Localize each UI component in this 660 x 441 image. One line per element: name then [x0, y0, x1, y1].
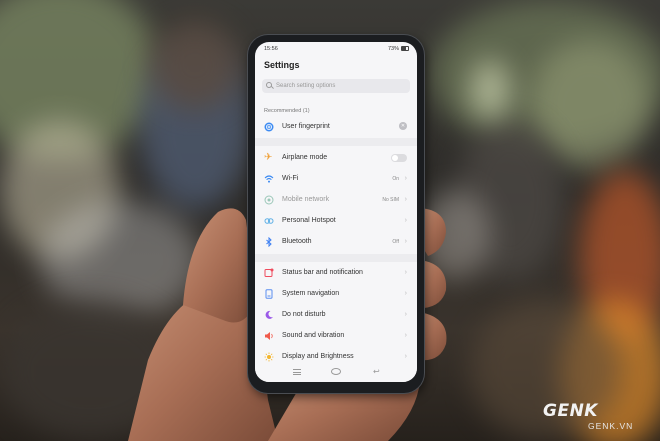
page-title: Settings	[264, 60, 300, 70]
settings-item-sound-vibration[interactable]: Sound and vibration ›	[255, 327, 417, 345]
settings-item-label: Do not disturb	[282, 311, 326, 318]
status-time: 15:56	[264, 46, 278, 52]
bluetooth-status: Off	[392, 239, 399, 245]
navigation-icon	[265, 289, 273, 299]
recommended-section-label: Recommended (1)	[264, 108, 310, 114]
settings-item-system-navigation[interactable]: System navigation ›	[255, 285, 417, 303]
fingerprint-icon	[264, 122, 274, 132]
settings-item-label: System navigation	[282, 290, 340, 297]
settings-item-label: User fingerprint	[282, 123, 330, 130]
chevron-right-icon: ›	[404, 217, 407, 224]
settings-item-personal-hotspot[interactable]: Personal Hotspot ›	[255, 212, 417, 230]
settings-item-label: Status bar and notification	[282, 269, 363, 276]
chevron-right-icon: ›	[404, 238, 407, 245]
settings-item-status-bar-notification[interactable]: Status bar and notification ›	[255, 264, 417, 282]
mobile-network-status: No SIM	[382, 197, 399, 203]
chevron-right-icon: ›	[404, 332, 407, 339]
battery-percentage: 73%	[387, 46, 399, 52]
notification-icon	[264, 268, 274, 277]
settings-item-label: Sound and vibration	[282, 332, 345, 339]
battery-icon	[401, 46, 409, 51]
hotspot-icon	[264, 218, 274, 224]
settings-item-label: Wi-Fi	[282, 175, 299, 182]
wifi-icon	[264, 175, 274, 183]
section-divider	[255, 138, 417, 146]
search-placeholder: Search setting options	[276, 83, 336, 89]
bluetooth-icon	[266, 237, 272, 247]
section-divider	[255, 254, 417, 262]
settings-item-wifi[interactable]: Wi-Fi On ›	[255, 170, 417, 188]
settings-item-bluetooth[interactable]: Bluetooth Off ›	[255, 233, 417, 251]
settings-item-user-fingerprint[interactable]: User fingerprint ✕	[255, 118, 417, 136]
phone-screen: 15:56 73% Settings Search setting option…	[255, 42, 417, 382]
chevron-right-icon: ›	[404, 175, 407, 182]
settings-item-label: Personal Hotspot	[282, 217, 336, 224]
back-icon[interactable]: ↩	[373, 368, 380, 376]
moon-icon	[265, 310, 273, 319]
mobile-network-icon	[264, 195, 274, 205]
sun-icon	[264, 352, 274, 362]
settings-item-mobile-network[interactable]: Mobile network No SIM ›	[255, 191, 417, 209]
menu-icon[interactable]	[293, 369, 301, 375]
home-icon[interactable]	[331, 368, 341, 375]
airplane-mode-toggle[interactable]	[391, 154, 407, 162]
chevron-right-icon: ›	[404, 290, 407, 297]
navigation-bar: ↩	[255, 362, 417, 382]
chevron-right-icon: ›	[404, 196, 407, 203]
settings-item-airplane-mode[interactable]: ✈ Airplane mode	[255, 149, 417, 167]
settings-item-label: Display and Brightness	[282, 353, 354, 360]
settings-item-label: Bluetooth	[282, 238, 312, 245]
speaker-icon	[265, 332, 273, 340]
genk-url: GENK.VN	[588, 421, 634, 431]
settings-item-label: Airplane mode	[282, 154, 328, 161]
chevron-right-icon: ›	[404, 353, 407, 360]
chevron-right-icon: ›	[404, 311, 407, 318]
settings-item-label: Mobile network	[282, 196, 330, 203]
search-input[interactable]: Search setting options	[262, 79, 410, 93]
wifi-status: On	[392, 176, 399, 182]
airplane-icon: ✈	[264, 152, 273, 163]
genk-logo: GENK	[543, 401, 598, 421]
search-icon	[266, 82, 272, 88]
status-bar: 15:56 73%	[255, 42, 417, 56]
settings-item-do-not-disturb[interactable]: Do not disturb ›	[255, 306, 417, 324]
chevron-right-icon: ›	[404, 269, 407, 276]
dismiss-icon[interactable]: ✕	[399, 122, 407, 130]
